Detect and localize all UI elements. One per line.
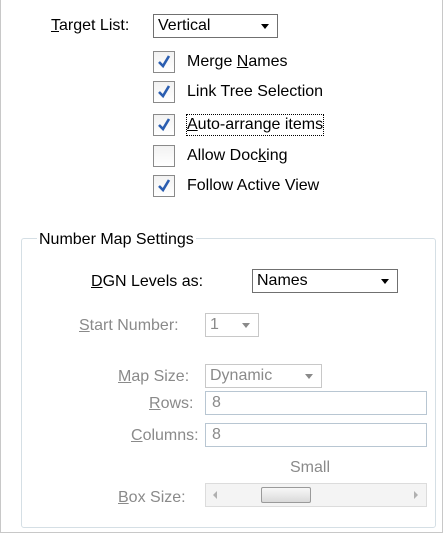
dgn-levels-label: DGN Levels as: <box>91 273 204 290</box>
chevron-down-icon <box>242 323 250 328</box>
scroll-thumb[interactable] <box>261 487 311 503</box>
settings-panel: Target List: Vertical Merge Names Link T… <box>0 0 443 533</box>
target-list-value: Vertical <box>158 17 211 34</box>
merge-names-label: Merge Names <box>187 53 288 70</box>
follow-active-view-label: Follow Active View <box>187 177 320 194</box>
checkbox-box <box>153 145 175 167</box>
target-list-dropdown[interactable]: Vertical <box>153 14 278 38</box>
map-size-value: Dynamic <box>210 367 273 384</box>
scroll-right-button[interactable] <box>406 484 426 506</box>
start-number-dropdown[interactable]: 1 <box>205 313 259 337</box>
checkmark-icon <box>158 179 171 193</box>
group-title: Number Map Settings <box>37 230 196 250</box>
map-size-label: Map Size: <box>118 368 190 385</box>
auto-arrange-items-label: Auto-arrange items <box>185 114 325 136</box>
box-size-label: Box Size: <box>118 489 186 506</box>
rows-input[interactable]: 8 <box>205 391 427 415</box>
link-tree-selection-label: Link Tree Selection <box>187 83 324 100</box>
columns-input[interactable]: 8 <box>205 423 427 447</box>
start-number-value: 1 <box>210 316 219 333</box>
chevron-down-icon <box>381 279 389 284</box>
chevron-down-icon <box>305 374 313 379</box>
target-list-label: Target List: <box>51 17 130 34</box>
rows-label: Rows: <box>149 395 194 412</box>
box-size-level-text: Small <box>290 459 331 476</box>
arrow-left-icon <box>213 491 217 499</box>
start-number-label: Start Number: <box>79 317 179 334</box>
checkmark-icon <box>158 85 171 99</box>
checkbox-box <box>153 114 175 136</box>
arrow-right-icon <box>414 491 418 499</box>
dgn-levels-value: Names <box>257 272 308 289</box>
map-size-dropdown[interactable]: Dynamic <box>205 364 322 388</box>
scroll-left-button[interactable] <box>206 484 226 506</box>
checkmark-icon <box>158 55 171 69</box>
columns-label: Columns: <box>131 427 199 444</box>
box-size-scrollbar[interactable] <box>205 483 427 507</box>
checkbox-box <box>153 51 175 73</box>
dgn-levels-dropdown[interactable]: Names <box>252 269 398 293</box>
checkbox-box <box>153 81 175 103</box>
allow-docking-label: Allow Docking <box>187 147 288 164</box>
checkbox-box <box>153 175 175 197</box>
chevron-down-icon <box>261 24 269 29</box>
checkmark-icon <box>158 118 171 132</box>
